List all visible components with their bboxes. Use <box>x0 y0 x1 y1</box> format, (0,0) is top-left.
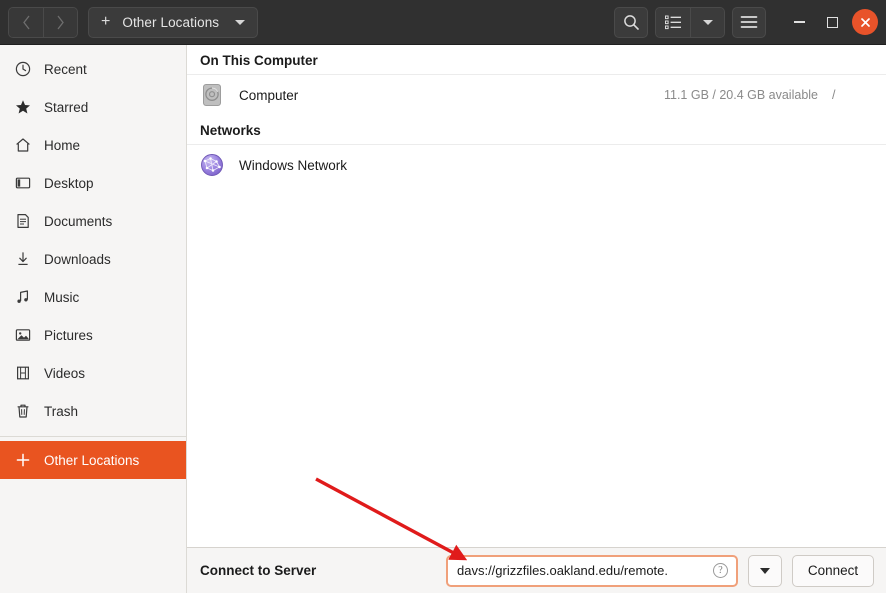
clock-icon <box>14 61 31 78</box>
home-icon <box>14 137 31 154</box>
connect-button[interactable]: Connect <box>792 555 874 587</box>
sidebar-item-pictures[interactable]: Pictures <box>0 316 186 354</box>
search-icon <box>623 14 640 31</box>
view-options-dropdown-button[interactable] <box>690 8 724 37</box>
server-address-value[interactable]: davs://grizzfiles.oakland.edu/remote. <box>457 563 707 578</box>
minimize-icon <box>794 21 805 23</box>
table-row[interactable]: Windows Network <box>187 145 886 185</box>
plus-icon <box>14 452 31 469</box>
download-icon <box>14 251 31 268</box>
desktop-icon <box>14 175 31 192</box>
location-tab-label: Other Locations <box>122 15 219 30</box>
close-icon <box>860 17 871 28</box>
chevron-down-icon[interactable] <box>235 20 245 25</box>
sidebar-item-music[interactable]: Music <box>0 278 186 316</box>
sidebar-item-label: Documents <box>44 214 112 229</box>
sidebar-item-label: Music <box>44 290 79 305</box>
header-bar: + Other Locations <box>0 0 886 45</box>
sidebar-item-label: Pictures <box>44 328 93 343</box>
drive-icon <box>199 82 225 108</box>
minimize-button[interactable] <box>786 9 812 35</box>
table-row[interactable]: Computer 11.1 GB / 20.4 GB available / <box>187 75 886 115</box>
server-address-input[interactable]: davs://grizzfiles.oakland.edu/remote. ? <box>446 555 738 587</box>
hamburger-menu-icon <box>740 15 758 29</box>
connect-button-label: Connect <box>808 563 858 578</box>
sidebar-item-other-locations[interactable]: Other Locations <box>0 441 186 479</box>
sidebar-item-label: Downloads <box>44 252 111 267</box>
music-icon <box>14 289 31 306</box>
back-button[interactable] <box>9 8 43 37</box>
search-button[interactable] <box>614 7 648 38</box>
header-right-group <box>614 7 878 38</box>
row-label: Computer <box>239 88 298 103</box>
chevron-right-icon <box>56 15 65 30</box>
forward-button[interactable] <box>43 8 77 37</box>
locations-list: On This Computer Computer 11.1 GB / 20.4… <box>187 45 886 547</box>
group-header-on-this-computer: On This Computer <box>187 45 886 75</box>
help-question-icon[interactable]: ? <box>713 563 728 578</box>
sidebar: Recent Starred Home <box>0 45 187 593</box>
sidebar-item-label: Recent <box>44 62 87 77</box>
sidebar-item-label: Other Locations <box>44 453 139 468</box>
navigation-button-group <box>8 7 78 38</box>
recent-servers-dropdown-button[interactable] <box>748 555 782 587</box>
row-label: Windows Network <box>239 158 347 173</box>
chevron-down-icon <box>703 20 713 25</box>
file-manager-window: + Other Locations <box>0 0 886 593</box>
list-view-icon <box>665 15 682 30</box>
sidebar-item-downloads[interactable]: Downloads <box>0 240 186 278</box>
window-body: Recent Starred Home <box>0 45 886 593</box>
sidebar-item-starred[interactable]: Starred <box>0 88 186 126</box>
main-content: On This Computer Computer 11.1 GB / 20.4… <box>187 45 886 593</box>
close-button[interactable] <box>852 9 878 35</box>
star-icon <box>14 99 31 116</box>
sidebar-item-label: Starred <box>44 100 88 115</box>
sidebar-item-documents[interactable]: Documents <box>0 202 186 240</box>
sidebar-item-label: Desktop <box>44 176 94 191</box>
sidebar-item-videos[interactable]: Videos <box>0 354 186 392</box>
location-tab-button[interactable]: + Other Locations <box>88 7 258 38</box>
sidebar-item-recent[interactable]: Recent <box>0 50 186 88</box>
sidebar-item-desktop[interactable]: Desktop <box>0 164 186 202</box>
video-icon <box>14 365 31 382</box>
document-icon <box>14 213 31 230</box>
sidebar-item-trash[interactable]: Trash <box>0 392 186 430</box>
chevron-left-icon <box>22 15 31 30</box>
sidebar-item-home[interactable]: Home <box>0 126 186 164</box>
picture-icon <box>14 327 31 344</box>
sidebar-item-label: Trash <box>44 404 78 419</box>
connect-to-server-label: Connect to Server <box>200 563 316 578</box>
drive-mountpoint-label: / <box>832 88 872 102</box>
view-options-group <box>655 7 725 38</box>
network-globe-icon <box>199 152 225 178</box>
trash-icon <box>14 403 31 420</box>
maximize-button[interactable] <box>819 9 845 35</box>
group-header-networks: Networks <box>187 115 886 145</box>
connect-to-server-bar: Connect to Server davs://grizzfiles.oakl… <box>187 547 886 593</box>
header-left-group: + Other Locations <box>8 7 258 38</box>
main-menu-button[interactable] <box>732 7 766 38</box>
sidebar-item-label: Videos <box>44 366 85 381</box>
drive-capacity-label: 11.1 GB / 20.4 GB available <box>664 88 818 102</box>
maximize-icon <box>827 17 838 28</box>
chevron-down-icon <box>760 568 770 574</box>
list-view-button[interactable] <box>656 8 690 37</box>
sidebar-divider <box>0 436 186 437</box>
plus-icon: + <box>101 14 110 30</box>
sidebar-item-label: Home <box>44 138 80 153</box>
